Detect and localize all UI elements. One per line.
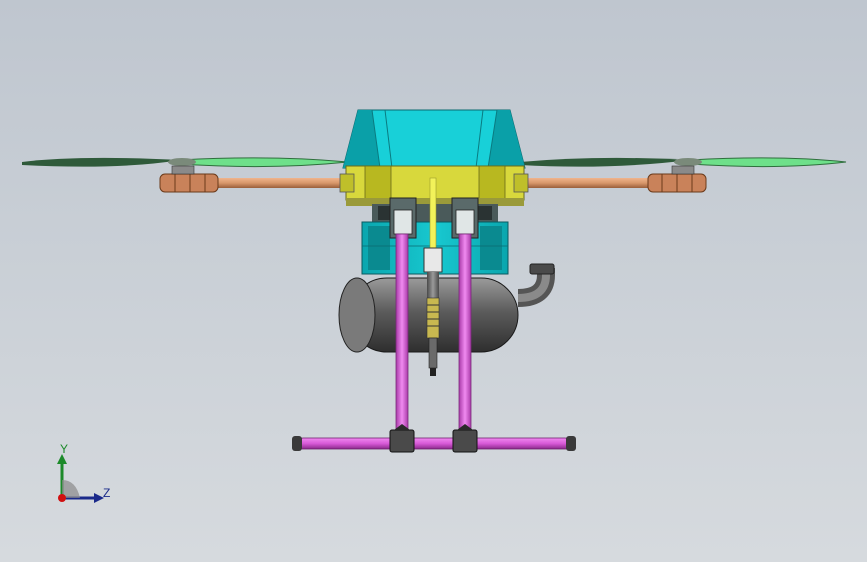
right-arm <box>515 165 707 193</box>
landing-skid <box>292 424 576 453</box>
drone-model[interactable] <box>0 0 867 562</box>
triad-z-label: Z <box>103 486 111 500</box>
left-propeller <box>22 157 349 168</box>
spray-tank <box>338 263 555 353</box>
canopy <box>342 109 526 169</box>
cad-viewport[interactable]: Y Z <box>0 0 867 562</box>
triad-y-label: Y <box>60 442 69 456</box>
left-arm <box>159 165 350 193</box>
right-propeller <box>520 157 847 168</box>
coordinate-triad: Y Z <box>52 440 122 510</box>
